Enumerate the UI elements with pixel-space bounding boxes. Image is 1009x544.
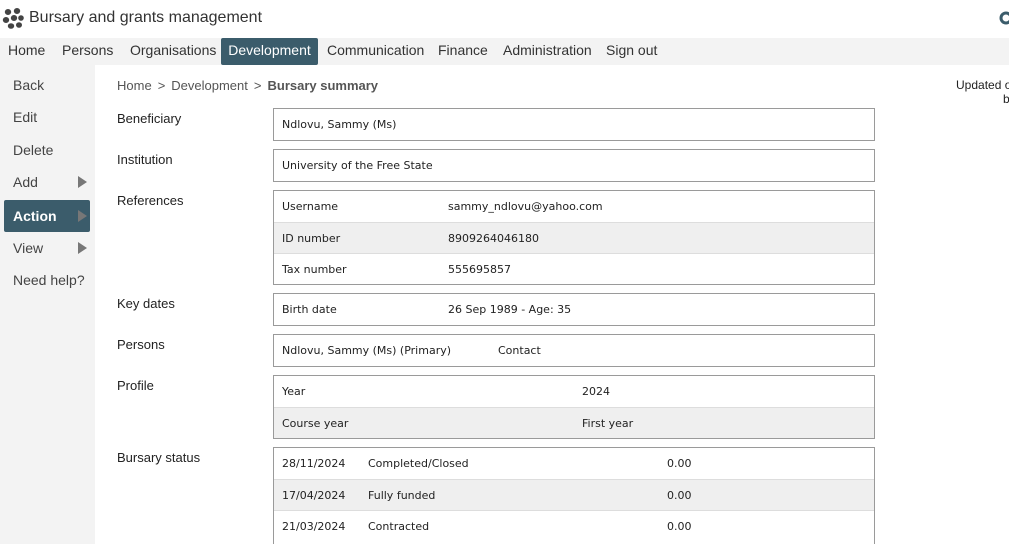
table-row: 28/11/2024 Completed/Closed 0.00 [274, 448, 874, 479]
sidebar-item-need-help[interactable]: Need help? [4, 264, 90, 296]
status-name: Completed/Closed [368, 457, 469, 470]
breadcrumb-separator: > [253, 78, 262, 93]
status-date: 28/11/2024 [282, 457, 346, 470]
sidebar-item-edit[interactable]: Edit [4, 101, 90, 133]
references-box: Username sammy_ndlovu@yahoo.com ID numbe… [273, 190, 875, 285]
sidebar-item-label: Add [13, 174, 38, 190]
status-amount: 0.00 [667, 520, 692, 533]
main-content: Home > Development > Bursary summary Updated… [95, 65, 1009, 544]
beneficiary-value[interactable]: Ndlovu, Sammy (Ms) [282, 109, 396, 140]
status-date: 21/03/2024 [282, 520, 346, 533]
sidebar-item-label: Edit [13, 109, 38, 125]
sidebar-item-label: Back [13, 77, 45, 93]
sidebar: Back Edit Delete Add Action View Need he… [0, 65, 95, 544]
profile-value: 2024 [582, 385, 610, 398]
status-date: 17/04/2024 [282, 489, 346, 502]
key-date-value: 26 Sep 1989 - Age: 35 [448, 303, 572, 316]
reference-value: 8909264046180 [448, 232, 539, 245]
title-bar: Bursary and grants management [0, 0, 1009, 38]
sidebar-item-add[interactable]: Add [4, 166, 90, 198]
sidebar-item-view[interactable]: View [4, 232, 90, 264]
status-amount: 0.00 [667, 457, 692, 470]
sidebar-item-label: Action [13, 208, 57, 224]
table-row: Year 2024 [274, 376, 874, 407]
profile-label: Profile [117, 378, 154, 393]
updated-line: Updated o [956, 78, 1009, 92]
institution-value[interactable]: University of the Free State [282, 150, 433, 181]
status-name: Fully funded [368, 489, 436, 502]
institution-row: University of the Free State [274, 150, 874, 181]
menu-item-sign-out[interactable]: Sign out [598, 38, 665, 65]
submenu-arrow-icon [78, 176, 87, 188]
updated-line: b [1003, 92, 1009, 106]
refresh-icon[interactable] [999, 11, 1009, 25]
persons-box: Ndlovu, Sammy (Ms) (Primary) Contact [273, 334, 875, 367]
reference-key: Tax number [282, 263, 347, 276]
key-dates-label: Key dates [117, 296, 175, 311]
beneficiary-label: Beneficiary [117, 111, 182, 126]
menu-item-finance[interactable]: Finance [430, 38, 496, 65]
table-row: Birth date 26 Sep 1989 - Age: 35 [274, 294, 874, 325]
breadcrumb-current: Bursary summary [267, 78, 379, 93]
status-name: Contracted [368, 520, 430, 533]
reference-key: Username [282, 200, 339, 213]
person-role: Contact [498, 344, 541, 357]
sidebar-item-label: Delete [13, 142, 54, 158]
bursary-status-label: Bursary status [117, 450, 201, 465]
persons-label: Persons [117, 337, 165, 352]
menu-item-development[interactable]: Development [221, 38, 318, 65]
sidebar-item-back[interactable]: Back [4, 69, 90, 101]
table-row: Ndlovu, Sammy (Ms) (Primary) Contact [274, 335, 874, 366]
breadcrumb-separator: > [157, 78, 166, 93]
sidebar-item-label: View [13, 240, 44, 256]
beneficiary-row: Ndlovu, Sammy (Ms) [274, 109, 874, 140]
reference-value: 555695857 [448, 263, 511, 276]
table-row: 21/03/2024 Contracted 0.00 [274, 510, 874, 541]
submenu-arrow-icon [78, 210, 87, 222]
reference-value: sammy_ndlovu@yahoo.com [448, 200, 603, 213]
submenu-arrow-icon [78, 242, 87, 254]
table-row: Course year First year [274, 407, 874, 438]
beneficiary-box: Ndlovu, Sammy (Ms) [273, 108, 875, 141]
reference-key: ID number [282, 232, 341, 245]
table-row: ID number 8909264046180 [274, 222, 874, 253]
institution-box: University of the Free State [273, 149, 875, 182]
menu-item-home[interactable]: Home [0, 38, 53, 65]
person-name[interactable]: Ndlovu, Sammy (Ms) (Primary) [282, 335, 451, 366]
main-menu: Home Persons Organisations Development C… [0, 38, 1009, 65]
breadcrumb-home[interactable]: Home [117, 78, 152, 93]
breadcrumb-development[interactable]: Development [171, 78, 248, 93]
menu-item-organisations[interactable]: Organisations [122, 38, 224, 65]
sidebar-item-label: Need help? [13, 272, 85, 288]
key-dates-box: Birth date 26 Sep 1989 - Age: 35 [273, 293, 875, 326]
references-label: References [117, 193, 184, 208]
profile-key: Course year [282, 417, 349, 430]
institution-label: Institution [117, 152, 173, 167]
menu-item-administration[interactable]: Administration [495, 38, 600, 65]
status-amount: 0.00 [667, 489, 692, 502]
profile-box: Year 2024 Course year First year [273, 375, 875, 439]
updated-info: Updated o b [956, 78, 1009, 106]
menu-item-communication[interactable]: Communication [319, 38, 432, 65]
bursary-status-box: 28/11/2024 Completed/Closed 0.00 17/04/2… [273, 447, 875, 544]
table-row: Tax number 555695857 [274, 253, 874, 284]
app-title: Bursary and grants management [29, 9, 263, 26]
sidebar-item-delete[interactable]: Delete [4, 134, 90, 166]
menu-item-persons[interactable]: Persons [54, 38, 121, 65]
profile-key: Year [282, 385, 306, 398]
table-row: Username sammy_ndlovu@yahoo.com [274, 191, 874, 222]
table-row: 17/04/2024 Fully funded 0.00 [274, 479, 874, 510]
profile-value: First year [582, 417, 634, 430]
breadcrumb: Home > Development > Bursary summary [117, 78, 378, 93]
sidebar-item-action[interactable]: Action [4, 200, 90, 232]
paw-logo-icon [2, 8, 24, 29]
key-date-key: Birth date [282, 303, 337, 316]
